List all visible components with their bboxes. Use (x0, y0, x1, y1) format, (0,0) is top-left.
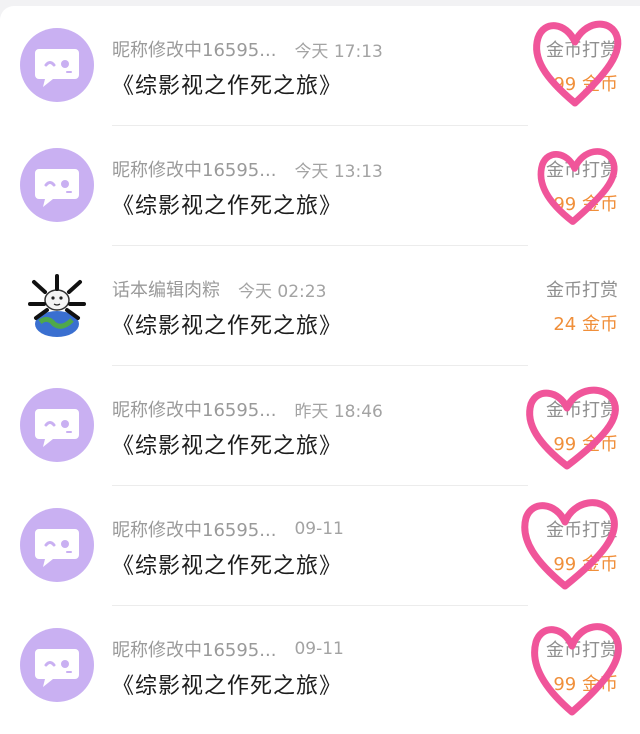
reward-label: 金币打赏 (546, 280, 618, 301)
reward-amount: 99 金币 (553, 194, 618, 215)
timestamp: 09-11 (294, 639, 344, 659)
reward-label: 金币打赏 (546, 520, 618, 541)
chat-bubble-face-icon (35, 409, 79, 447)
avatar[interactable] (20, 148, 94, 222)
list-item[interactable]: 话本编辑肉粽 今天 02:23 《综影视之作死之旅》 金币打赏 24 金币 (0, 246, 640, 366)
chat-bubble-face-icon (35, 49, 79, 87)
chat-bubble-face-icon (35, 649, 79, 687)
reward-label: 金币打赏 (546, 40, 618, 61)
book-title[interactable]: 《综影视之作死之旅》 (112, 548, 342, 580)
avatar[interactable] (20, 508, 94, 582)
timestamp: 今天 13:13 (294, 161, 383, 182)
book-title[interactable]: 《综影视之作死之旅》 (112, 668, 342, 700)
reward-amount: 99 金币 (553, 674, 618, 695)
timestamp: 今天 02:23 (238, 281, 327, 302)
list-item[interactable]: 昵称修改中16595... 09-11 《综影视之作死之旅》 金币打赏 99 金… (0, 606, 640, 726)
timestamp: 今天 17:13 (294, 41, 383, 62)
book-title[interactable]: 《综影视之作死之旅》 (112, 188, 342, 220)
avatar[interactable] (20, 28, 94, 102)
reward-amount: 24 金币 (553, 314, 618, 335)
timestamp: 昨天 18:46 (294, 401, 383, 422)
list-item[interactable]: 昵称修改中16595... 今天 17:13 《综影视之作死之旅》 金币打赏 9… (0, 6, 640, 126)
user-name[interactable]: 昵称修改中16595... (112, 516, 276, 542)
user-name[interactable]: 昵称修改中16595... (112, 396, 276, 422)
reward-label: 金币打赏 (546, 640, 618, 661)
reward-amount: 99 金币 (553, 434, 618, 455)
book-title[interactable]: 《综影视之作死之旅》 (112, 68, 342, 100)
earth-creature-avatar (28, 274, 86, 337)
list-item[interactable]: 昵称修改中16595... 昨天 18:46 《综影视之作死之旅》 金币打赏 9… (0, 366, 640, 486)
reward-label: 金币打赏 (546, 160, 618, 181)
book-title[interactable]: 《综影视之作死之旅》 (112, 428, 342, 460)
user-name[interactable]: 话本编辑肉粽 (112, 276, 220, 302)
user-name[interactable]: 昵称修改中16595... (112, 156, 276, 182)
list-item[interactable]: 昵称修改中16595... 09-11 《综影视之作死之旅》 金币打赏 99 金… (0, 486, 640, 606)
reward-amount: 99 金币 (553, 554, 618, 575)
avatar[interactable] (20, 268, 94, 342)
reward-label: 金币打赏 (546, 400, 618, 421)
chat-bubble-face-icon (35, 529, 79, 567)
reward-amount: 99 金币 (553, 74, 618, 95)
chat-bubble-face-icon (35, 169, 79, 207)
list-item[interactable]: 昵称修改中16595... 今天 13:13 《综影视之作死之旅》 金币打赏 9… (0, 126, 640, 246)
user-name[interactable]: 昵称修改中16595... (112, 36, 276, 62)
book-title[interactable]: 《综影视之作死之旅》 (112, 308, 342, 340)
avatar[interactable] (20, 388, 94, 462)
avatar[interactable] (20, 628, 94, 702)
user-name[interactable]: 昵称修改中16595... (112, 636, 276, 662)
timestamp: 09-11 (294, 519, 344, 539)
